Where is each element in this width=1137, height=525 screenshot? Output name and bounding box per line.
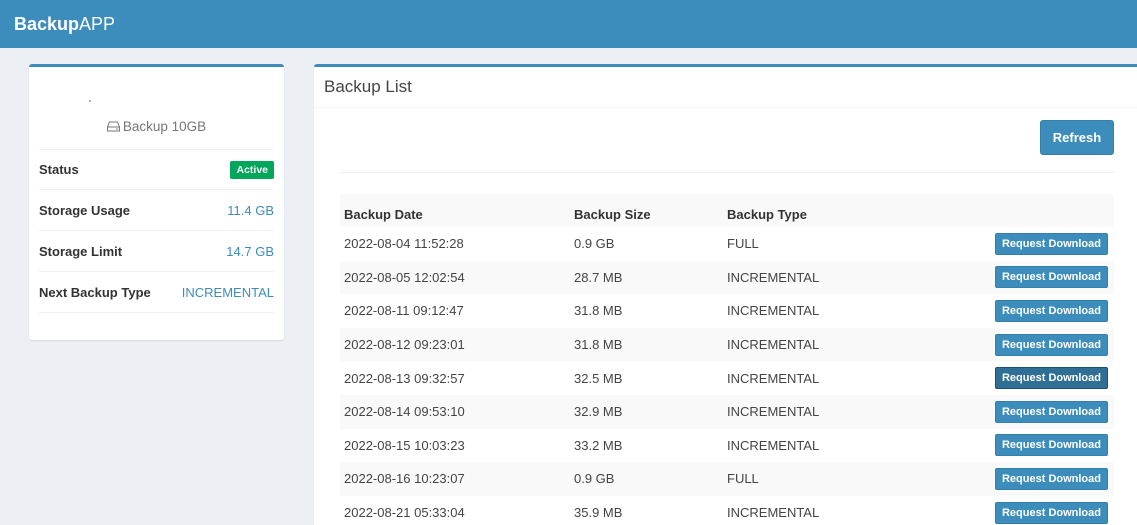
backup-type-cell: INCREMENTAL: [723, 260, 923, 295]
action-cell: Request Download: [923, 227, 1114, 261]
backup-size-cell: 0.9 GB: [570, 227, 723, 261]
request-download-button[interactable]: Request Download: [994, 232, 1108, 255]
backup-date-cell: 2022-08-15 10:03:23: [340, 428, 570, 463]
backup-size-cell: 33.2 MB: [570, 428, 723, 463]
storage-usage-value: 11.4 GB: [227, 202, 274, 218]
decorative-dot: [89, 100, 91, 102]
backup-size-cell: 32.9 MB: [570, 394, 723, 429]
request-download-button[interactable]: Request Download: [994, 400, 1108, 423]
request-download-button[interactable]: Request Download: [994, 333, 1108, 356]
table-row: 2022-08-16 10:23:07 0.9 GB FULL Request …: [340, 462, 1114, 496]
backup-size-cell: 31.8 MB: [570, 294, 723, 328]
package-name: Backup 10GB: [29, 119, 284, 134]
action-cell: Request Download: [923, 462, 1114, 496]
backup-type-cell: FULL: [723, 462, 923, 496]
table-row: 2022-08-05 12:02:54 28.7 MB INCREMENTAL …: [340, 260, 1114, 295]
brand-logo-bold[interactable]: Backup: [14, 14, 79, 35]
backup-list-box: Backup List Refresh Backup Date Backup S…: [314, 64, 1137, 525]
status-badge: Active: [230, 160, 274, 179]
action-cell: Request Download: [923, 428, 1114, 463]
action-cell: Request Download: [923, 394, 1114, 429]
backup-date-cell: 2022-08-04 11:52:28: [340, 227, 570, 261]
info-row-storage-limit: Storage Limit 14.7 GB: [39, 231, 274, 272]
backup-size-cell: 32.5 MB: [570, 361, 723, 395]
backup-date-cell: 2022-08-16 10:23:07: [340, 462, 570, 496]
backup-type-cell: INCREMENTAL: [723, 495, 923, 525]
backup-type-cell: INCREMENTAL: [723, 327, 923, 362]
divider: [340, 172, 1114, 173]
storage-usage-label: Storage Usage: [39, 202, 131, 218]
backup-size-cell: 35.9 MB: [570, 495, 723, 525]
table-row: 2022-08-12 09:23:01 31.8 MB INCREMENTAL …: [340, 327, 1114, 362]
backup-date-cell: 2022-08-13 09:32:57: [340, 361, 570, 395]
service-info-list: Status Active Storage Usage 11.4 GB Stor…: [39, 149, 274, 313]
request-download-button[interactable]: Request Download: [994, 299, 1108, 322]
backup-date-cell: 2022-08-05 12:02:54: [340, 260, 570, 295]
next-backup-type-label: Next Backup Type: [39, 284, 151, 300]
request-download-button[interactable]: Request Download: [994, 434, 1108, 457]
storage-limit-value: 14.7 GB: [226, 243, 274, 259]
backup-date-cell: 2022-08-11 09:12:47: [340, 294, 570, 328]
request-download-button[interactable]: Request Download: [994, 501, 1108, 524]
column-header-backup-size: Backup Size: [570, 194, 723, 227]
table-row: 2022-08-11 09:12:47 31.8 MB INCREMENTAL …: [340, 294, 1114, 328]
backup-table: Backup Date Backup Size Backup Type 2022…: [340, 194, 1114, 525]
info-row-storage-usage: Storage Usage 11.4 GB: [39, 190, 274, 231]
backup-size-cell: 28.7 MB: [570, 260, 723, 295]
brand-logo-light[interactable]: APP: [79, 14, 115, 35]
service-info-card: Backup 10GB Status Active Storage Usage …: [29, 64, 284, 340]
info-row-next-backup-type: Next Backup Type INCREMENTAL: [39, 272, 274, 313]
column-header-actions: [923, 194, 1114, 227]
column-header-backup-date: Backup Date: [340, 194, 570, 227]
action-cell: Request Download: [923, 495, 1114, 525]
package-label: Backup 10GB: [122, 119, 207, 134]
status-label: Status: [39, 162, 79, 177]
action-cell: Request Download: [923, 361, 1114, 395]
table-header-row: Backup Date Backup Size Backup Type: [340, 194, 1114, 227]
backup-date-cell: 2022-08-12 09:23:01: [340, 327, 570, 362]
action-cell: Request Download: [923, 260, 1114, 295]
action-cell: Request Download: [923, 327, 1114, 362]
table-row: 2022-08-14 09:53:10 32.9 MB INCREMENTAL …: [340, 394, 1114, 429]
column-header-backup-type: Backup Type: [723, 194, 923, 227]
next-backup-type-value: INCREMENTAL: [181, 284, 274, 300]
refresh-button[interactable]: Refresh: [1040, 120, 1114, 155]
backup-type-cell: INCREMENTAL: [723, 294, 923, 328]
backup-type-cell: INCREMENTAL: [723, 394, 923, 429]
top-navbar: Backup APP: [0, 0, 1137, 48]
backup-type-cell: INCREMENTAL: [723, 361, 923, 395]
table-row: 2022-08-21 05:33:04 35.9 MB INCREMENTAL …: [340, 495, 1114, 525]
backup-date-cell: 2022-08-21 05:33:04: [340, 495, 570, 525]
backup-type-cell: INCREMENTAL: [723, 428, 923, 463]
backup-size-cell: 31.8 MB: [570, 327, 723, 362]
table-row: 2022-08-15 10:03:23 33.2 MB INCREMENTAL …: [340, 428, 1114, 463]
storage-limit-label: Storage Limit: [39, 243, 123, 259]
hdd-icon: [106, 121, 120, 132]
backup-size-cell: 0.9 GB: [570, 462, 723, 496]
backup-date-cell: 2022-08-14 09:53:10: [340, 394, 570, 429]
info-row-status: Status Active: [39, 149, 274, 190]
backup-type-cell: FULL: [723, 227, 923, 261]
box-title: Backup List: [314, 67, 1137, 108]
request-download-button[interactable]: Request Download: [994, 367, 1108, 390]
action-cell: Request Download: [923, 294, 1114, 328]
request-download-button[interactable]: Request Download: [994, 266, 1108, 289]
request-download-button[interactable]: Request Download: [994, 467, 1108, 490]
table-row: 2022-08-13 09:32:57 32.5 MB INCREMENTAL …: [340, 361, 1114, 395]
table-row: 2022-08-04 11:52:28 0.9 GB FULL Request …: [340, 227, 1114, 261]
